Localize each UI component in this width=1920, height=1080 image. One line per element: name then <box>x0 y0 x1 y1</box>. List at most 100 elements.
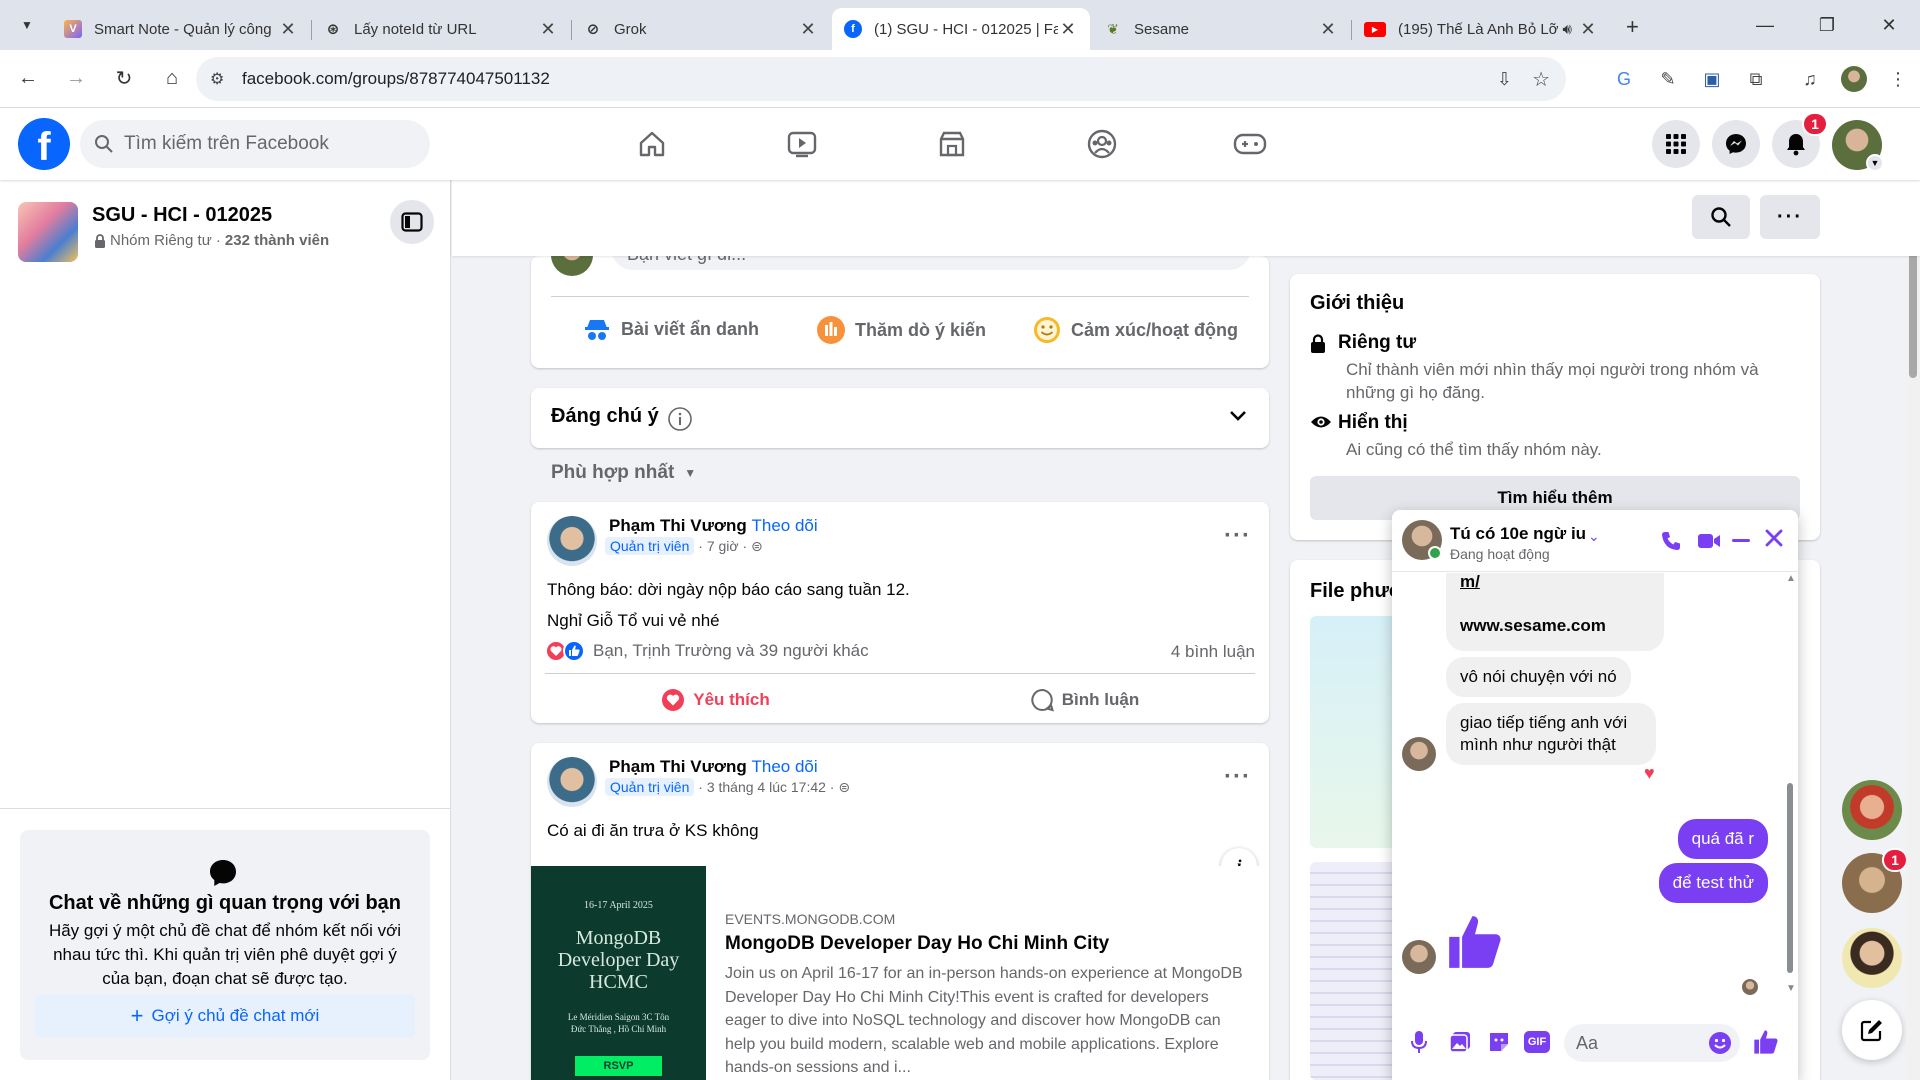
link-preview[interactable]: 16-17 April 2025 MongoDB Developer Day H… <box>531 866 1269 1080</box>
browser-tab[interactable]: ⊘ Grok ✕ <box>572 8 830 50</box>
tab-list-dropdown-icon[interactable]: ▼ <box>10 8 44 42</box>
browser-tab[interactable]: V Smart Note - Quản lý công ✕ <box>52 8 312 50</box>
emoji-icon[interactable] <box>1708 1031 1732 1055</box>
new-tab-icon[interactable]: + <box>1626 14 1639 40</box>
chat-message-me[interactable]: để test thử <box>1658 863 1768 903</box>
forward-icon[interactable]: → <box>56 59 96 99</box>
chat-message-them[interactable]: m/ www.sesame.com <box>1446 573 1664 651</box>
microphone-icon[interactable] <box>1410 1030 1428 1054</box>
browser-tab[interactable]: ⊛ Lấy noteId từ URL ✕ <box>312 8 572 50</box>
close-chat-icon[interactable] <box>1764 528 1784 548</box>
chevron-down-icon[interactable] <box>1229 410 1247 422</box>
admin-badge[interactable]: Quản trị viên <box>605 778 695 796</box>
close-tab-icon[interactable]: ✕ <box>538 19 558 40</box>
featured-section[interactable]: Đáng chú ý <box>531 388 1269 448</box>
follow-link[interactable]: Theo dõi <box>751 516 817 535</box>
home-icon[interactable]: ⌂ <box>152 59 192 99</box>
feeling-activity-button[interactable]: Cảm xúc/hoạt động <box>1033 316 1238 344</box>
sticker-icon[interactable] <box>1487 1030 1511 1054</box>
back-icon[interactable]: ← <box>8 59 48 99</box>
speaker-icon[interactable]: 🔊︎ <box>1563 21 1572 38</box>
extensions-puzzle-icon[interactable]: ⧉ <box>1734 69 1778 90</box>
translate-icon[interactable]: G <box>1602 69 1646 90</box>
comment-count[interactable]: 4 bình luận <box>1171 642 1255 662</box>
reaction-summary[interactable]: Bạn, Trịnh Trường và 39 người khác <box>545 640 869 662</box>
post-author-name[interactable]: Phạm Thi Vương <box>609 757 747 776</box>
message-input[interactable]: Aa <box>1564 1024 1740 1062</box>
post-more-icon[interactable]: ··· <box>1224 763 1251 791</box>
site-info-icon[interactable]: ⚙ <box>210 69 224 89</box>
group-search-icon[interactable] <box>1692 195 1750 239</box>
files-title[interactable]: File phươ <box>1310 580 1403 603</box>
sort-dropdown[interactable]: Phù hợp nhất ▼ <box>551 462 696 484</box>
chat-message-me[interactable]: quá đã r <box>1677 819 1768 859</box>
chat-head-avatar[interactable] <box>1842 928 1902 988</box>
minimize-icon[interactable]: — <box>1734 0 1796 50</box>
group-name[interactable]: SGU - HCI - 012025 <box>92 204 272 227</box>
scroll-thumb[interactable] <box>1787 783 1793 973</box>
close-tab-icon[interactable]: ✕ <box>798 19 818 40</box>
eyedropper-icon[interactable]: ✎ <box>1646 69 1690 90</box>
love-reaction-icon[interactable]: ♥ <box>1644 763 1655 784</box>
address-bar[interactable]: ⚙ facebook.com/groups/878774047501132 ⇩ … <box>196 57 1566 101</box>
group-cover-thumbnail[interactable] <box>18 202 78 262</box>
post-time[interactable]: · 3 tháng 4 lúc 17:42 · <box>698 779 834 795</box>
messenger-icon[interactable] <box>1712 120 1760 168</box>
url-text[interactable]: facebook.com/groups/878774047501132 <box>242 69 550 89</box>
close-tab-icon[interactable]: ✕ <box>1318 19 1338 40</box>
video-nav-icon[interactable] <box>782 124 822 164</box>
browser-tab[interactable]: ❦ Sesame ✕ <box>1092 8 1352 50</box>
collapse-sidebar-icon[interactable] <box>390 200 434 244</box>
suggest-chat-button[interactable]: + Gợi ý chủ đề chat mới <box>35 994 415 1038</box>
info-icon[interactable] <box>667 406 693 432</box>
maximize-icon[interactable]: ❐ <box>1796 0 1858 50</box>
post-author-name[interactable]: Phạm Thi Vương <box>609 516 747 535</box>
browser-tab-active[interactable]: f (1) SGU - HCI - 012025 | Fa ✕ <box>832 8 1090 50</box>
anonymous-post-button[interactable]: Bài viết ẩn danh <box>583 316 759 342</box>
scroll-up-icon[interactable]: ▲ <box>1786 573 1796 584</box>
menu-grid-icon[interactable] <box>1652 120 1700 168</box>
scroll-down-icon[interactable]: ▼ <box>1786 983 1796 994</box>
post-time[interactable]: · 7 giờ · <box>698 538 747 554</box>
gaming-nav-icon[interactable] <box>1230 124 1270 164</box>
chat-head-avatar[interactable] <box>1842 780 1902 840</box>
bookmark-star-icon[interactable]: ☆ <box>1532 67 1550 92</box>
big-thumbs-up-icon[interactable] <box>1444 911 1506 973</box>
browser-tab[interactable]: ▶ (195) Thế Là Anh Bỏ Lỡ 🔊︎ ✕ <box>1352 8 1610 50</box>
scroll-thumb[interactable] <box>1909 242 1917 378</box>
post-author-avatar[interactable] <box>547 516 597 566</box>
reload-icon[interactable]: ↻ <box>104 59 144 99</box>
video-call-icon[interactable] <box>1697 532 1721 550</box>
facebook-search-input[interactable]: Tìm kiếm trên Facebook <box>80 120 430 168</box>
browser-menu-icon[interactable]: ⋮ <box>1876 69 1920 90</box>
group-more-icon[interactable]: ··· <box>1760 195 1820 239</box>
phone-icon[interactable] <box>1660 530 1682 552</box>
chat-scrollbar[interactable]: ▲ ▼ <box>1786 573 1796 997</box>
poll-button[interactable]: Thăm dò ý kiến <box>817 316 986 344</box>
close-window-icon[interactable]: ✕ <box>1858 0 1920 50</box>
install-icon[interactable]: ⇩ <box>1497 69 1512 90</box>
close-tab-icon[interactable]: ✕ <box>1578 19 1598 40</box>
chat-contact-name[interactable]: Tú có 10e ngừ iu <box>1450 524 1586 544</box>
media-control-icon[interactable]: ♫ <box>1788 69 1832 90</box>
new-message-button[interactable] <box>1842 1000 1902 1060</box>
group-member-count[interactable]: 232 thành viên <box>225 232 329 249</box>
extension-box-icon[interactable]: ▣ <box>1690 69 1734 90</box>
groups-nav-icon[interactable] <box>1082 124 1122 164</box>
close-tab-icon[interactable]: ✕ <box>278 19 298 40</box>
post-more-icon[interactable]: ··· <box>1224 522 1251 550</box>
comment-button[interactable]: Bình luận <box>900 682 1269 718</box>
chat-message-them[interactable]: vô nói chuyện với nó <box>1446 657 1631 697</box>
facebook-logo[interactable]: f <box>18 118 70 170</box>
love-button[interactable]: Yêu thích <box>531 682 900 718</box>
follow-link[interactable]: Theo dõi <box>751 757 817 776</box>
home-nav-icon[interactable] <box>632 124 672 164</box>
profile-avatar[interactable] <box>1832 66 1876 92</box>
photo-icon[interactable] <box>1448 1030 1472 1054</box>
chevron-down-icon[interactable]: ⌄ <box>1588 528 1600 545</box>
minimize-chat-icon[interactable] <box>1732 539 1750 542</box>
chat-message-them[interactable]: giao tiếp tiếng anh với mình như người t… <box>1446 703 1656 765</box>
gif-icon[interactable]: GIF <box>1524 1031 1550 1053</box>
chevron-down-icon[interactable]: ▼ <box>1866 154 1884 172</box>
post-author-avatar[interactable] <box>547 757 597 807</box>
